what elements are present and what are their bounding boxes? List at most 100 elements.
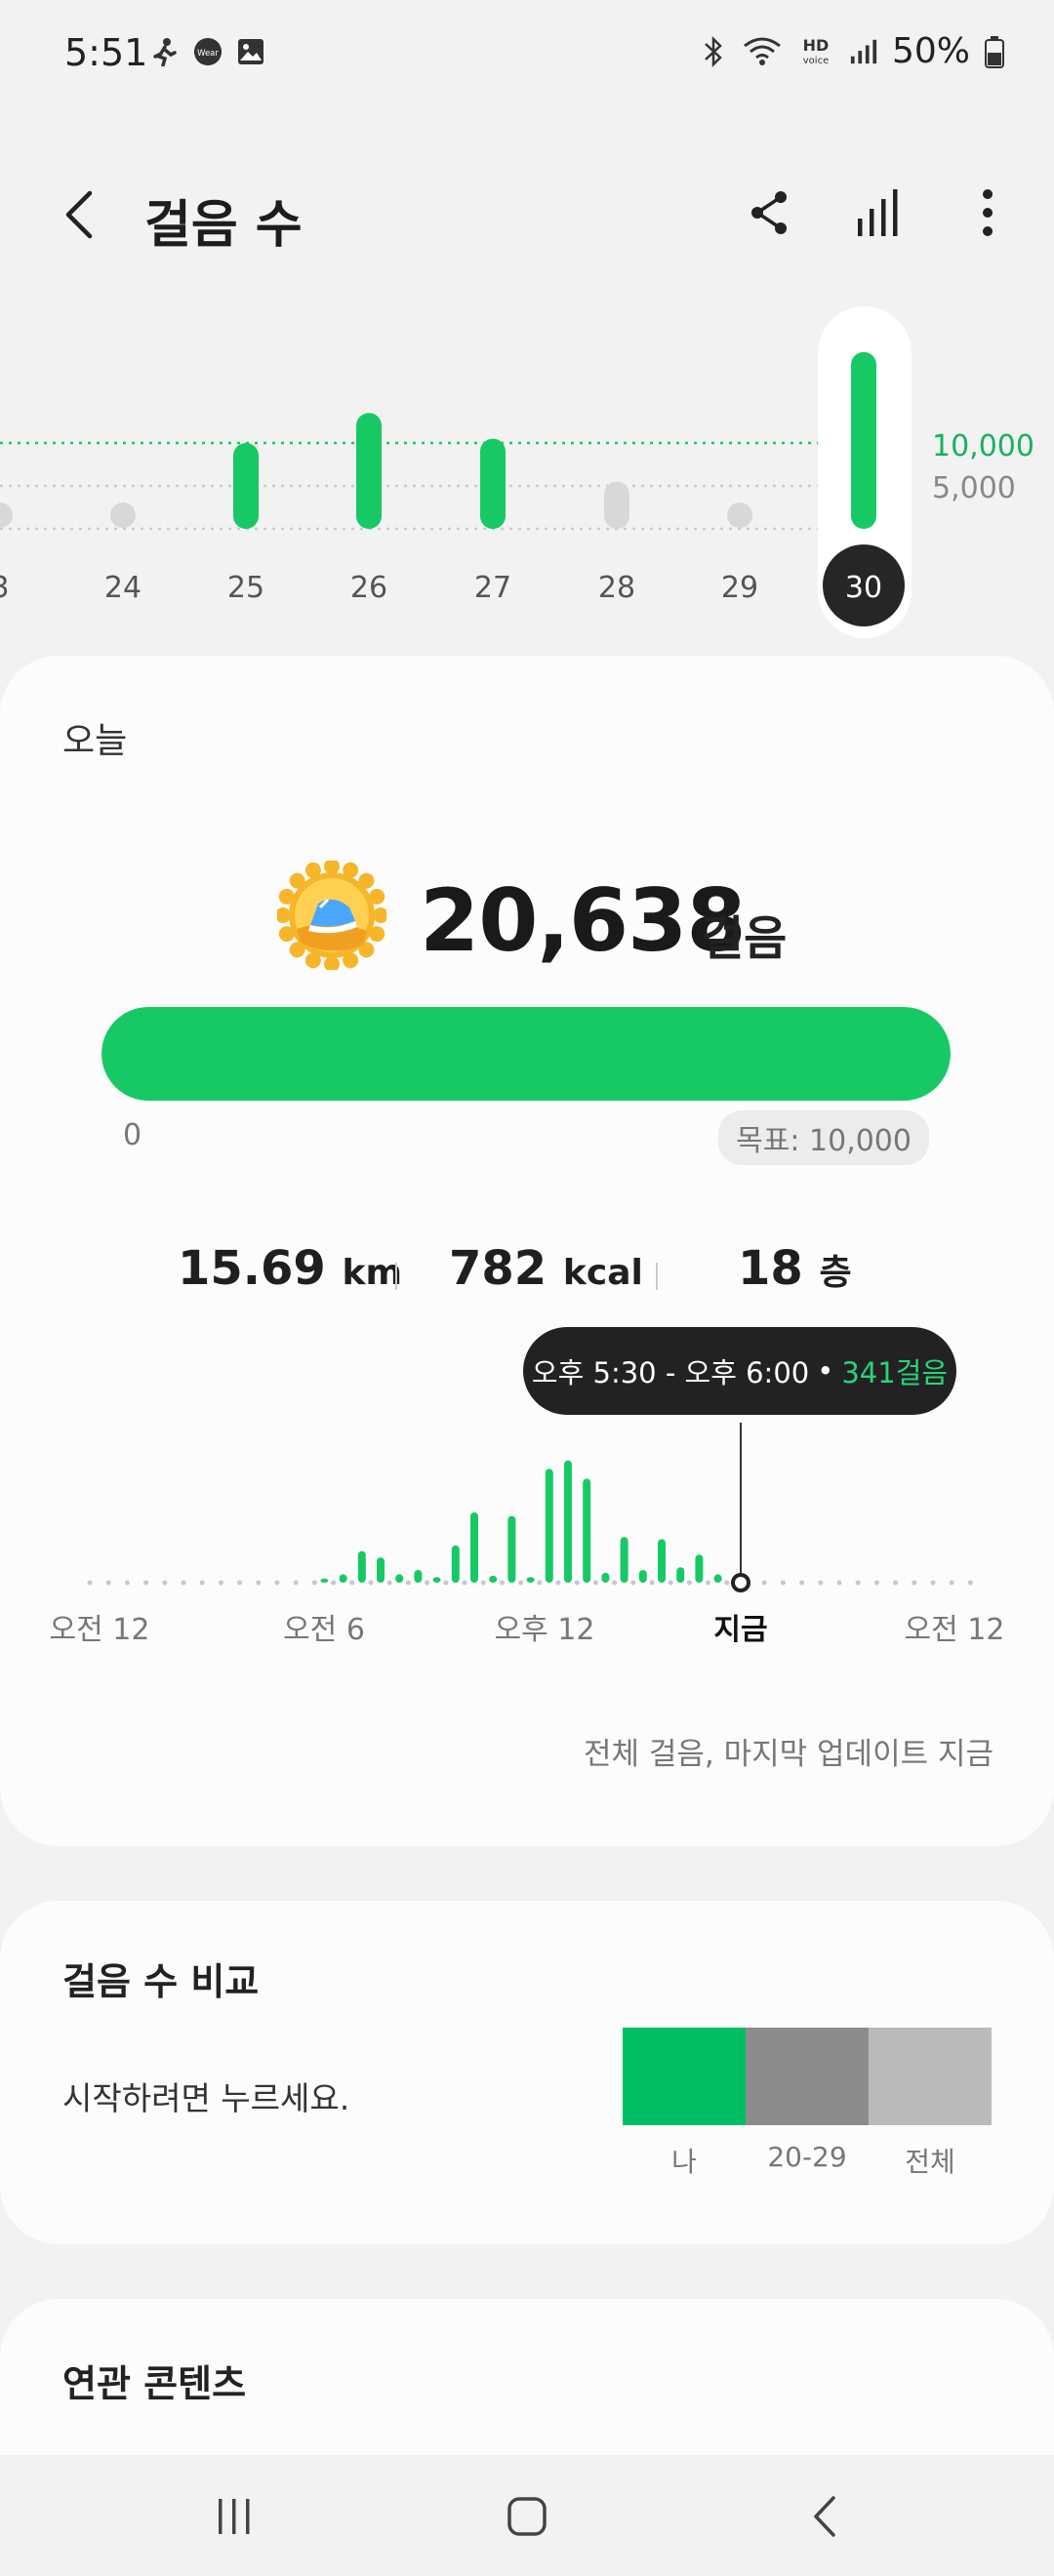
hour-grid-dot xyxy=(724,1580,730,1586)
hourly-steps-chart[interactable]: 오전 12 오전 6 오후 12 지금 오전 12 xyxy=(0,1417,1054,1661)
hour-bar[interactable] xyxy=(713,1574,722,1583)
hour-grid-dot xyxy=(949,1580,954,1586)
hour-bar[interactable] xyxy=(676,1567,685,1583)
home-button[interactable] xyxy=(488,2482,566,2551)
trends-button[interactable] xyxy=(851,183,906,242)
hour-grid-dot xyxy=(967,1580,973,1586)
week-bar[interactable] xyxy=(233,443,259,529)
compare-bar-age xyxy=(746,2028,869,2125)
hour-bar[interactable] xyxy=(395,1574,404,1583)
hour-bar[interactable] xyxy=(601,1572,610,1583)
sun-ray xyxy=(275,907,291,923)
compare-label-age: 20-29 xyxy=(767,2141,847,2173)
now-marker-dot xyxy=(731,1573,750,1592)
page-title: 걸음 수 xyxy=(144,196,303,255)
back-icon xyxy=(814,2496,835,2537)
hour-bar[interactable] xyxy=(695,1554,704,1583)
week-day-label[interactable]: 29 xyxy=(721,571,758,605)
hour-grid-dot xyxy=(105,1580,111,1586)
hour-grid-dot xyxy=(218,1580,223,1586)
hour-bar[interactable] xyxy=(489,1575,498,1583)
more-options-button[interactable] xyxy=(960,183,1015,242)
nav-back-button[interactable] xyxy=(787,2482,865,2551)
hour-axis-label: 오전 12 xyxy=(50,1613,150,1647)
distance-stat: 15.69 km xyxy=(178,1241,402,1296)
hour-bar[interactable] xyxy=(432,1577,441,1583)
today-card: 오늘 20,638 걸음 0 목표: 10,000 15.69 km 782 k… xyxy=(0,656,1054,1846)
floors-unit: 층 xyxy=(819,1253,852,1293)
hour-grid-dot xyxy=(499,1580,505,1586)
stats-row: 15.69 km 782 kcal 18 층 xyxy=(0,1241,1054,1309)
hour-bar[interactable] xyxy=(320,1578,329,1583)
week-day-label[interactable]: 25 xyxy=(227,571,264,605)
hour-grid-dot xyxy=(311,1580,317,1586)
hour-tooltip: 오후 5:30 - 오후 6:00 • 341걸음 xyxy=(523,1327,956,1415)
hour-bar[interactable] xyxy=(638,1570,647,1583)
hour-bar[interactable] xyxy=(620,1537,628,1583)
weekly-steps-chart[interactable]: 3 24 25 26 27 28 29 30 10,000 5,000 xyxy=(0,293,1054,644)
hour-bar[interactable] xyxy=(414,1570,423,1583)
hour-grid-dot xyxy=(368,1580,374,1586)
week-day-label[interactable]: 24 xyxy=(104,571,142,605)
goal-progress-bar xyxy=(101,1007,951,1101)
hour-grid-dot xyxy=(799,1580,805,1586)
week-bar[interactable] xyxy=(480,438,506,529)
hour-bar[interactable] xyxy=(545,1469,553,1583)
goal-achieved-badge-icon xyxy=(275,859,388,972)
hour-grid-dot xyxy=(686,1580,692,1586)
wear-icon: Wear xyxy=(193,37,223,66)
week-day-label[interactable]: 30 xyxy=(845,571,882,605)
hour-bar[interactable] xyxy=(658,1539,666,1583)
week-bar[interactable] xyxy=(604,481,629,529)
week-bar-empty[interactable] xyxy=(110,503,136,528)
svg-text:Wear: Wear xyxy=(197,48,219,58)
hour-bar[interactable] xyxy=(507,1515,516,1583)
back-button[interactable] xyxy=(57,183,105,246)
hour-bar[interactable] xyxy=(583,1478,591,1583)
distance-unit: km xyxy=(342,1253,402,1293)
week-day-label[interactable]: 27 xyxy=(474,571,511,605)
week-day-label[interactable]: 26 xyxy=(350,571,387,605)
hour-grid-dot xyxy=(425,1580,430,1586)
hour-grid-dot xyxy=(162,1580,168,1586)
week-bar[interactable] xyxy=(851,351,876,529)
today-label: 오늘 xyxy=(62,721,128,761)
status-right-icons: HD voice 50% xyxy=(699,31,1005,71)
hour-bar[interactable] xyxy=(470,1512,478,1583)
hour-bar[interactable] xyxy=(451,1545,460,1583)
calories-unit: kcal xyxy=(562,1253,643,1293)
hour-grid-dot xyxy=(706,1580,711,1586)
hour-bar[interactable] xyxy=(357,1550,366,1583)
share-icon xyxy=(751,191,787,234)
week-bar-empty[interactable] xyxy=(0,503,13,528)
hour-grid-dot xyxy=(349,1580,355,1586)
compare-label-all: 전체 xyxy=(905,2146,955,2178)
hour-bar[interactable] xyxy=(339,1574,347,1583)
hour-grid-dot xyxy=(386,1580,392,1586)
home-icon xyxy=(507,2497,547,2536)
hour-bar[interactable] xyxy=(377,1557,385,1583)
week-day-label[interactable]: 28 xyxy=(598,571,635,605)
compare-card[interactable]: 걸음 수 비교 시작하려면 누르세요. 나 20-29 전체 xyxy=(0,1901,1054,2244)
compare-bar-all xyxy=(869,2028,992,2125)
share-button[interactable] xyxy=(742,183,796,242)
hour-bar[interactable] xyxy=(526,1577,535,1583)
tooltip-dot: • xyxy=(817,1354,834,1388)
navigation-bar xyxy=(0,2455,1054,2576)
week-day-label[interactable]: 3 xyxy=(0,571,10,605)
floors-value: 18 xyxy=(738,1241,803,1296)
status-time: 5:51 xyxy=(64,31,148,74)
week-bar-empty[interactable] xyxy=(727,503,752,528)
step-count: 20,638 xyxy=(420,870,747,971)
goal-progress-fill xyxy=(101,1007,951,1101)
hour-grid-dot xyxy=(780,1580,786,1586)
week-bar[interactable] xyxy=(356,413,382,529)
hour-bar[interactable] xyxy=(564,1460,572,1583)
hour-grid-dot xyxy=(930,1580,936,1586)
hour-grid-dot xyxy=(87,1580,93,1586)
goal-label[interactable]: 목표: 10,000 xyxy=(718,1110,929,1165)
hour-axis-label: 오전 6 xyxy=(283,1613,365,1647)
stat-divider xyxy=(395,1263,397,1290)
recents-button[interactable] xyxy=(195,2482,273,2551)
related-title: 연관 콘텐츠 xyxy=(62,2362,247,2405)
